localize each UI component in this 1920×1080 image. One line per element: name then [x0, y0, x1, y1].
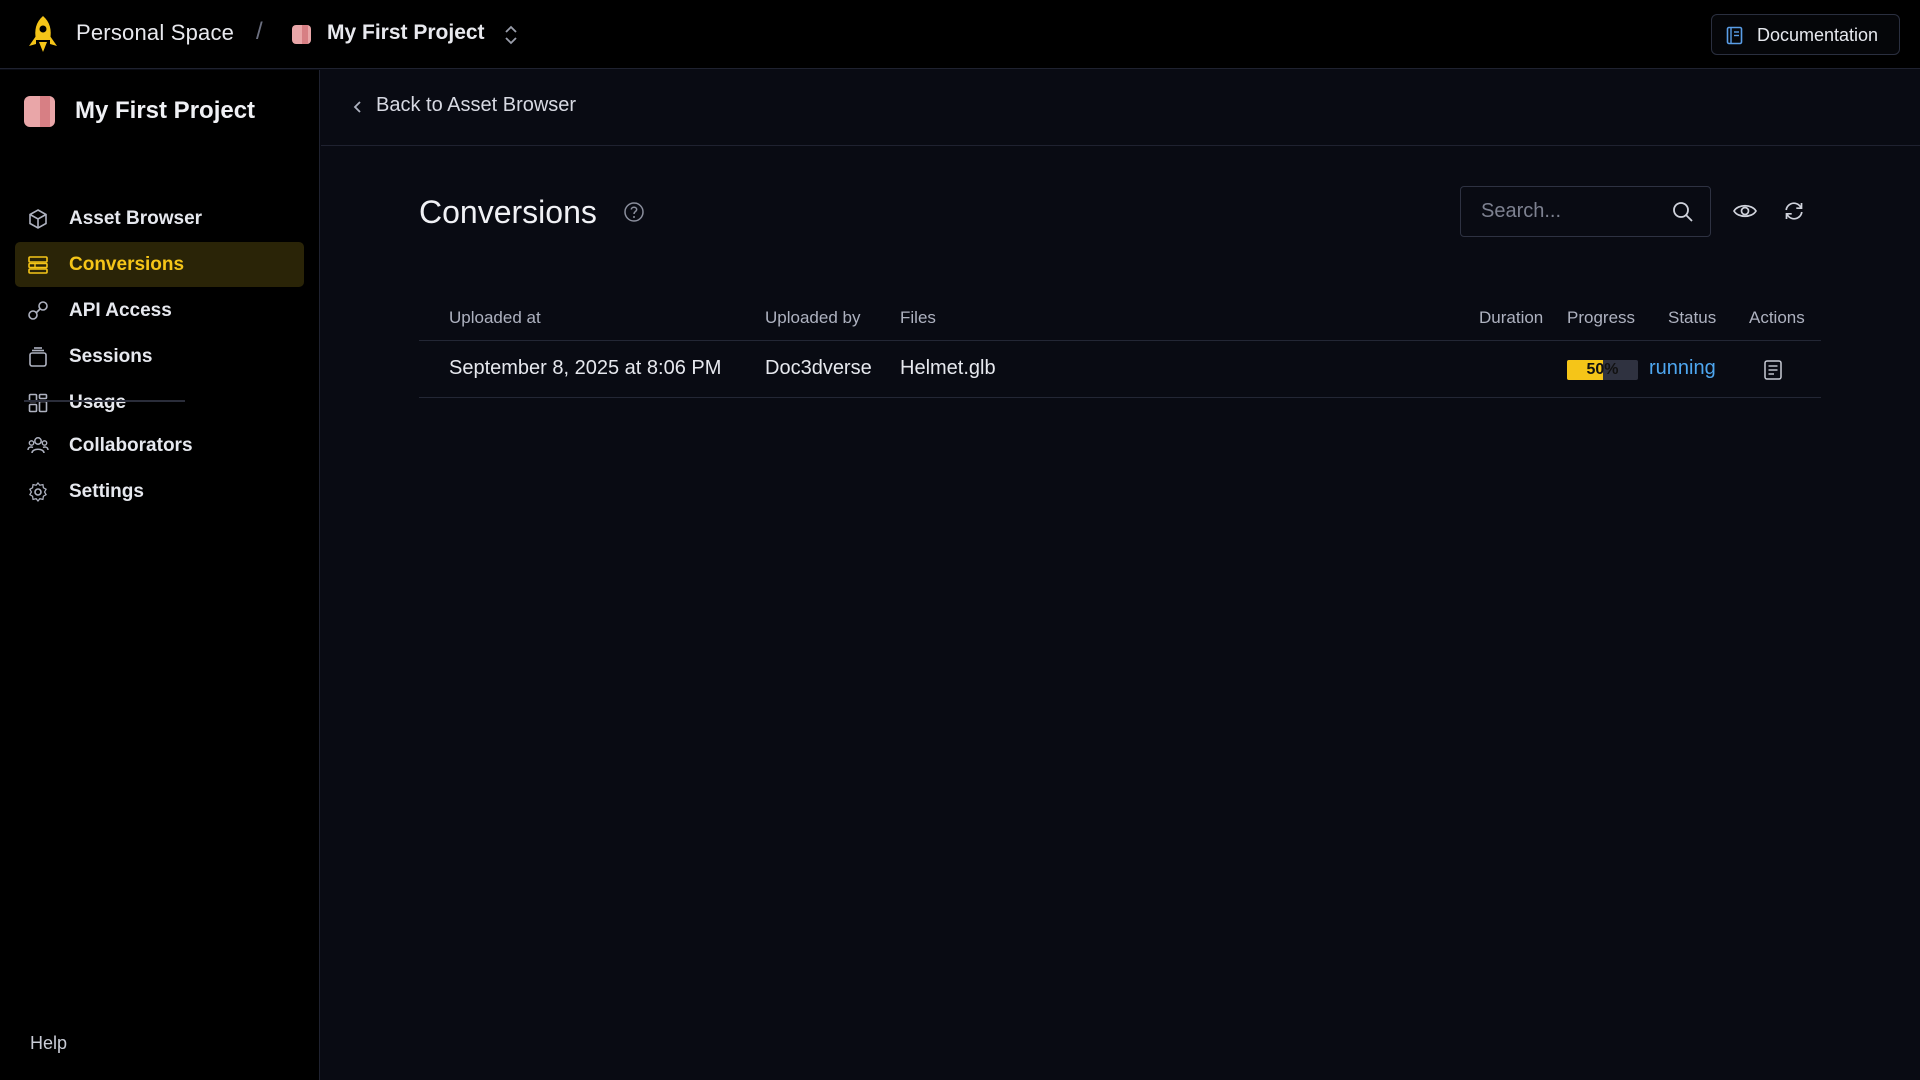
documentation-label: Documentation: [1757, 25, 1879, 45]
sidebar-item-label: Conversions: [69, 254, 185, 275]
sidebar-project-header: My First Project: [24, 94, 304, 128]
help-circle-icon[interactable]: [623, 201, 645, 223]
cell-uploaded-by: Doc3dverse: [765, 357, 872, 379]
sidebar: My First Project Asset Browser Conversio…: [0, 70, 320, 1080]
progress-label: 50%: [1586, 361, 1619, 378]
column-header-files[interactable]: Files: [900, 308, 936, 328]
column-header-status[interactable]: Status: [1668, 308, 1716, 328]
cell-uploaded-at: September 8, 2025 at 8:06 PM: [449, 357, 722, 379]
cube-icon: [29, 209, 47, 229]
personal-space-link[interactable]: Personal Space: [76, 20, 234, 46]
cell-files: Helmet.glb: [900, 357, 996, 379]
project-avatar: [24, 96, 55, 127]
column-header-duration[interactable]: Duration: [1479, 308, 1543, 328]
page-title: Conversions: [419, 194, 597, 230]
sidebar-divider: [24, 400, 185, 402]
users-icon: [27, 437, 49, 454]
sidebar-nav: Asset Browser Conversions API Access Ses…: [15, 196, 304, 426]
main-content: Back to Asset Browser Conversions Upload…: [321, 70, 1920, 1080]
sidebar-item-sessions[interactable]: Sessions: [15, 334, 304, 379]
column-header-actions: Actions: [1749, 308, 1805, 327]
column-header-uploaded-at[interactable]: Uploaded at: [449, 308, 541, 328]
refresh-icon[interactable]: [1782, 199, 1806, 223]
documentation-button[interactable]: Documentation: [1711, 14, 1900, 55]
sidebar-project-title: My First Project: [75, 97, 256, 124]
sessions-icon: [29, 347, 47, 367]
eye-icon[interactable]: [1732, 199, 1758, 223]
project-switcher[interactable]: My First Project: [327, 21, 485, 45]
conversions-icon: [28, 256, 48, 274]
rocket-logo-icon[interactable]: [26, 14, 60, 54]
chevron-up-down-icon[interactable]: [502, 25, 520, 45]
conversions-table: Uploaded at Uploaded by Files Duration P…: [419, 296, 1821, 398]
gear-icon: [29, 481, 47, 502]
search-input[interactable]: [1461, 187, 1661, 236]
status-badge: running: [1649, 357, 1716, 379]
sidebar-item-collaborators[interactable]: Collaborators: [15, 423, 304, 468]
table-header: Uploaded at Uploaded by Files Duration P…: [419, 296, 1821, 341]
back-to-asset-browser-link[interactable]: Back to Asset Browser: [376, 94, 576, 117]
sidebar-nav-secondary: Collaborators Settings: [15, 423, 304, 515]
book-icon: [1726, 26, 1743, 45]
sidebar-item-label: Settings: [69, 481, 144, 502]
usage-icon: [28, 393, 48, 413]
search-icon[interactable]: [1671, 200, 1695, 224]
sidebar-item-label: Collaborators: [69, 435, 193, 456]
sidebar-item-label: Usage: [69, 392, 127, 413]
project-avatar-small: [292, 25, 311, 44]
sidebar-item-label: Asset Browser: [69, 208, 203, 229]
breadcrumb-separator: /: [256, 18, 263, 45]
sidebar-item-conversions[interactable]: Conversions: [15, 242, 304, 287]
sidebar-item-api-access[interactable]: API Access: [15, 288, 304, 333]
sidebar-item-asset-browser[interactable]: Asset Browser: [15, 196, 304, 241]
sidebar-item-settings[interactable]: Settings: [15, 469, 304, 514]
search-box: [1460, 186, 1711, 237]
log-file-icon[interactable]: [1762, 359, 1784, 381]
key-icon: [28, 301, 48, 320]
column-header-progress[interactable]: Progress: [1567, 308, 1635, 328]
sidebar-item-label: API Access: [69, 300, 172, 321]
progress-bar: 50%: [1567, 360, 1638, 380]
table-row[interactable]: September 8, 2025 at 8:06 PM Doc3dverse …: [419, 341, 1821, 398]
sidebar-item-label: Sessions: [69, 346, 153, 367]
help-link[interactable]: Help: [30, 1033, 67, 1054]
chevron-left-icon[interactable]: [351, 97, 363, 117]
sidebar-item-usage[interactable]: Usage: [15, 380, 304, 425]
column-header-uploaded-by[interactable]: Uploaded by: [765, 308, 860, 328]
back-row: Back to Asset Browser: [321, 70, 1920, 146]
top-bar: Personal Space / My First Project Docume…: [0, 0, 1920, 69]
